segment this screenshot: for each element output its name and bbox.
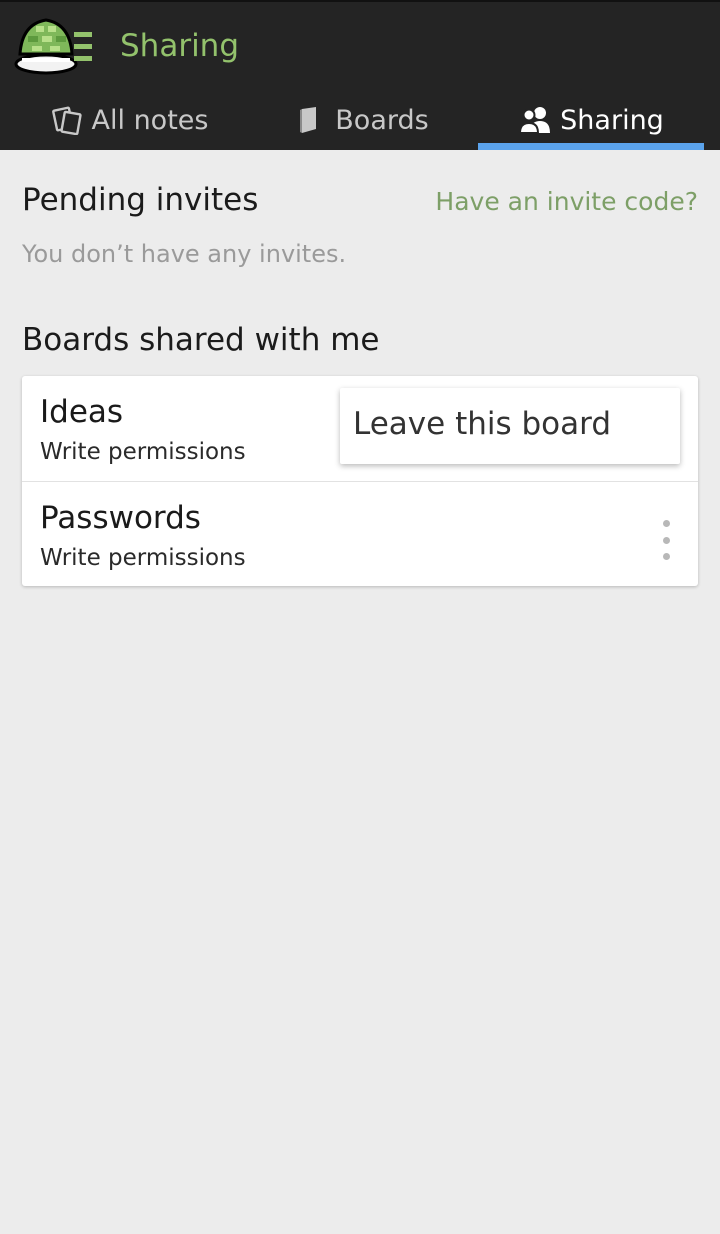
- pending-invites-title: Pending invites: [22, 182, 259, 218]
- board-name: Passwords: [40, 500, 201, 536]
- board-row-passwords[interactable]: Passwords Write permissions: [22, 481, 698, 587]
- people-icon: [518, 103, 552, 137]
- tab-boards[interactable]: Boards: [246, 90, 476, 150]
- leave-board-menu-item[interactable]: Leave this board: [353, 404, 611, 444]
- book-icon: [293, 103, 327, 137]
- tab-sharing-label: Sharing: [560, 104, 664, 136]
- more-options-icon[interactable]: [654, 520, 678, 560]
- board-permissions: Write permissions: [40, 545, 246, 571]
- active-tab-indicator: [478, 143, 704, 150]
- tab-boards-label: Boards: [335, 104, 429, 136]
- board-options-menu: Leave this board: [340, 388, 680, 464]
- invite-code-link[interactable]: Have an invite code?: [435, 182, 698, 222]
- no-invites-text: You don’t have any invites.: [22, 240, 347, 268]
- tab-sharing[interactable]: Sharing: [478, 90, 704, 150]
- notes-icon: [50, 103, 84, 137]
- board-name: Ideas: [40, 394, 124, 430]
- tab-all-notes[interactable]: All notes: [14, 90, 244, 150]
- tab-bar: All notes Boards Sharing: [0, 90, 720, 150]
- board-permissions: Write permissions: [40, 439, 246, 465]
- app-bar: Sharing: [0, 0, 720, 90]
- turtle-shell-logo-icon[interactable]: [14, 14, 96, 76]
- tab-all-notes-label: All notes: [91, 104, 209, 136]
- shared-boards-title: Boards shared with me: [22, 322, 380, 358]
- app-title: Sharing: [120, 28, 240, 64]
